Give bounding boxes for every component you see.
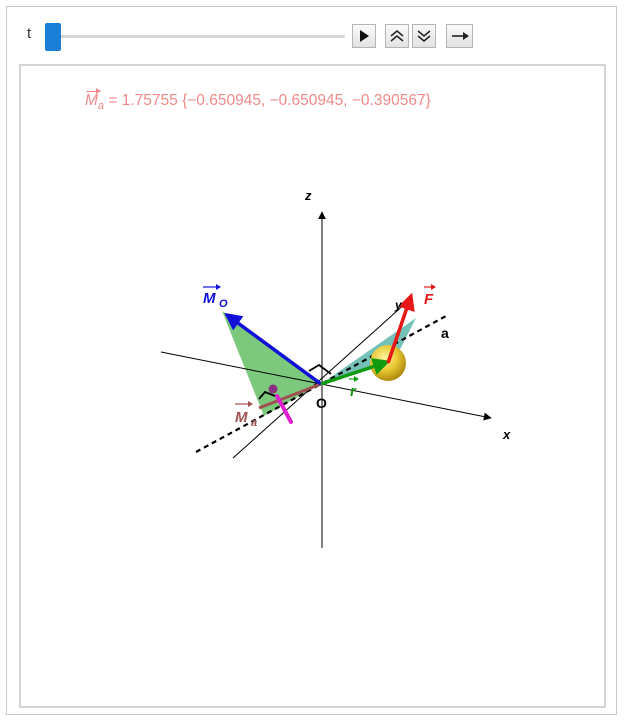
y-axis-label: y: [394, 298, 403, 312]
slower-button[interactable]: [412, 24, 436, 48]
double-chevron-down-icon: [417, 30, 431, 42]
double-chevron-up-icon: [390, 30, 404, 42]
faster-button[interactable]: [385, 24, 409, 48]
moment-plane-green: [222, 311, 321, 416]
origin-label: O: [316, 395, 327, 411]
force-label: F: [424, 284, 436, 308]
control-bar: t: [7, 7, 616, 63]
moment-a-label: M a: [235, 401, 257, 429]
slider-label: t: [27, 25, 32, 42]
play-button[interactable]: [352, 24, 376, 48]
t-slider-track[interactable]: [47, 35, 345, 38]
moment-a-handle-knob[interactable]: [268, 384, 278, 394]
x-axis-label: x: [502, 427, 511, 442]
right-arrow-icon: [451, 32, 469, 40]
play-icon: [360, 30, 369, 42]
z-axis-label: z: [304, 188, 312, 203]
position-label: r: [349, 376, 359, 400]
moment-a-label-sub: a: [251, 417, 257, 429]
manipulate-frame: t Ma = 1.75755 {−0.650945, −0.650945, −0…: [6, 6, 617, 715]
moment-o-label-sub: O: [219, 298, 228, 310]
moment-o-label-symbol: M: [203, 290, 216, 307]
axis-a-label: a: [441, 325, 449, 341]
graphics-panel: Ma = 1.75755 {−0.650945, −0.650945, −0.3…: [19, 64, 606, 708]
direction-button[interactable]: [446, 24, 473, 48]
right-angle-marker-mo: [308, 363, 332, 375]
force-label-symbol: F: [424, 291, 434, 308]
position-label-symbol: r: [350, 383, 357, 400]
3d-scene[interactable]: z x y O a M O F r M a: [21, 66, 604, 706]
moment-o-label: M O: [203, 284, 228, 310]
t-slider-thumb[interactable]: [45, 23, 61, 51]
moment-a-label-symbol: M: [235, 409, 248, 426]
